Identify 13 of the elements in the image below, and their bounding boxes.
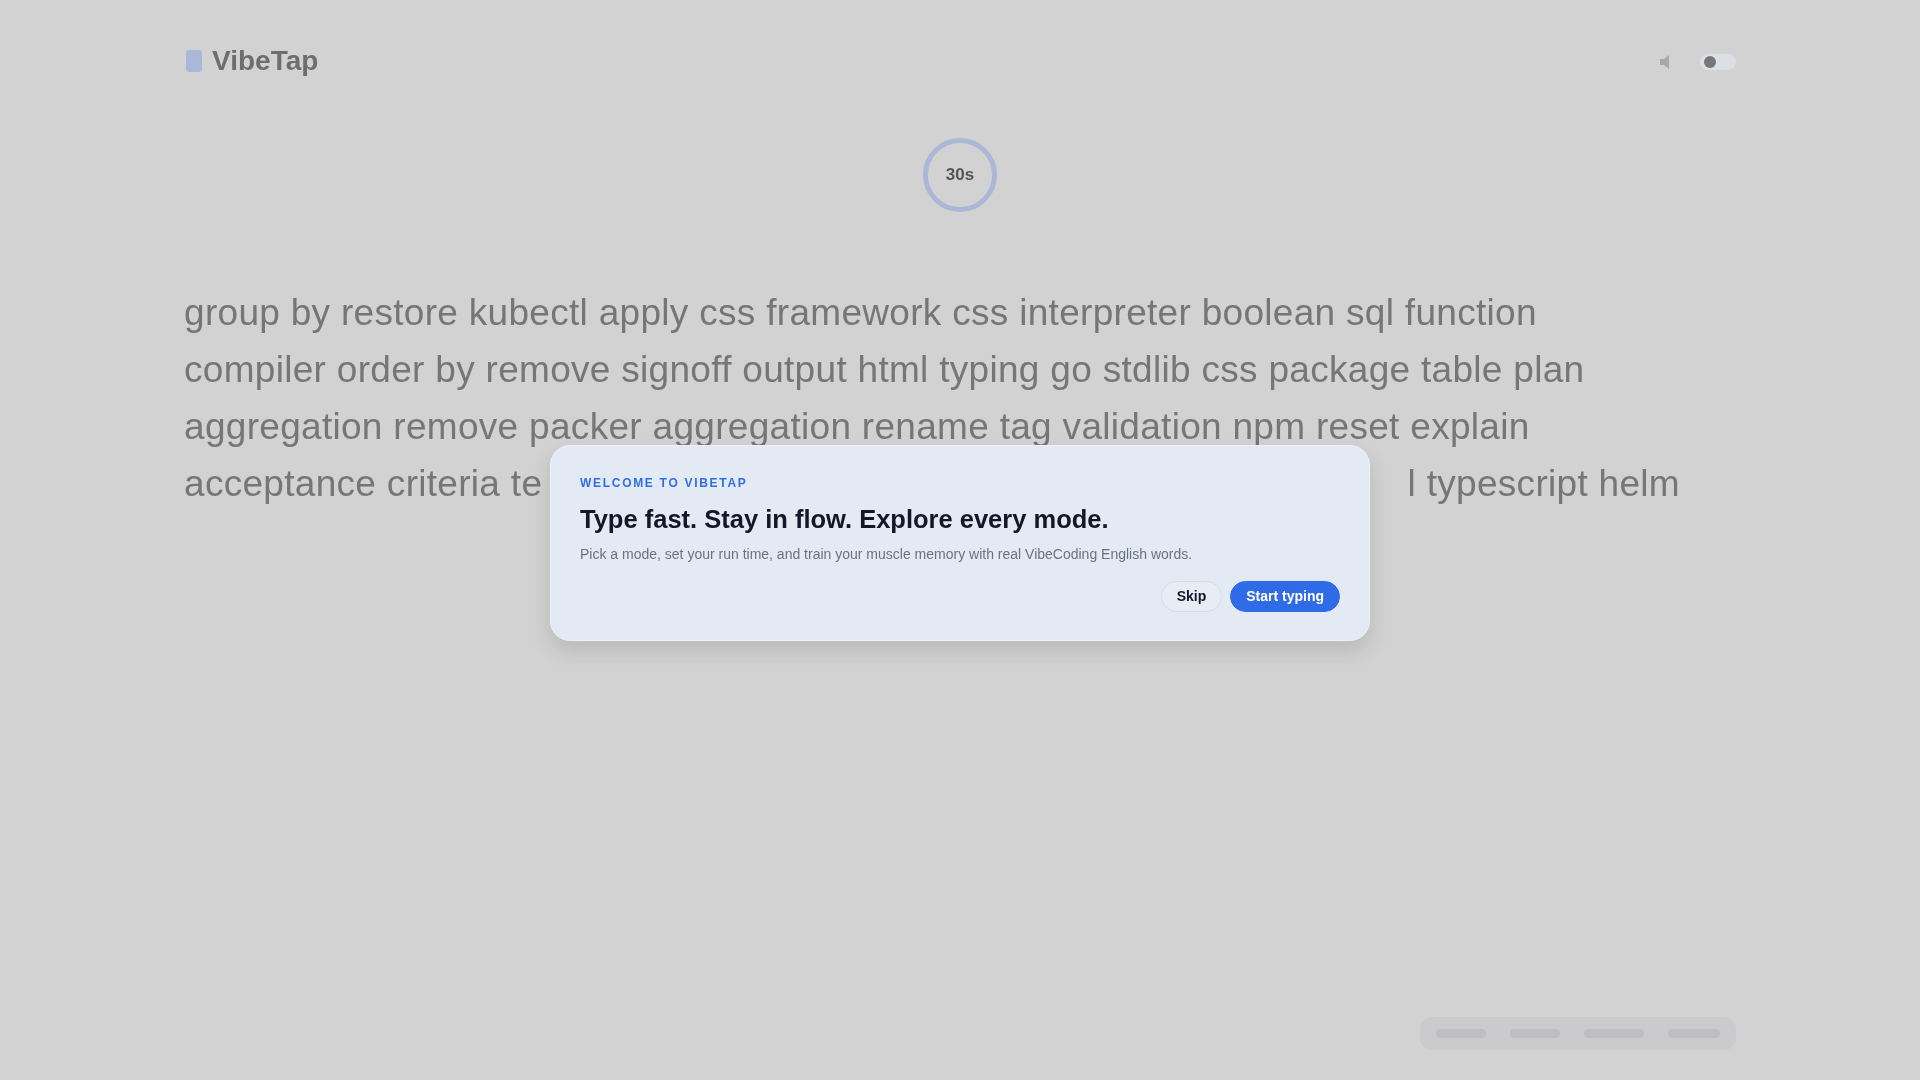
word-line: acceptance criteria te (184, 462, 543, 506)
word-line: l typescript helm (1407, 462, 1680, 506)
logo-text[interactable]: VibeTap (212, 40, 319, 82)
word-line: compiler order by remove signoff output html typing go stdlib css package table plan (184, 348, 1585, 392)
word-line: aggregation remove packer aggregation rename tag validation npm reset explain (184, 405, 1530, 449)
dialog-text: Pick a mode, set your run time, and train your muscle memory with real VibeCoding English words. (580, 545, 1194, 565)
skip-button[interactable]: Skip (1160, 581, 1223, 613)
dialog-title: Type fast. Stay in flow. Explore every mode. (580, 504, 1110, 535)
dialog-eyebrow: WELCOME TO VIBETAP (580, 475, 749, 492)
timer-ring: 30s (923, 138, 997, 212)
start-button[interactable]: Start typing (1230, 581, 1340, 613)
word-line: group by restore kubectl apply css framework css interpreter boolean sql function (184, 291, 1537, 335)
logo-icon (184, 48, 204, 74)
